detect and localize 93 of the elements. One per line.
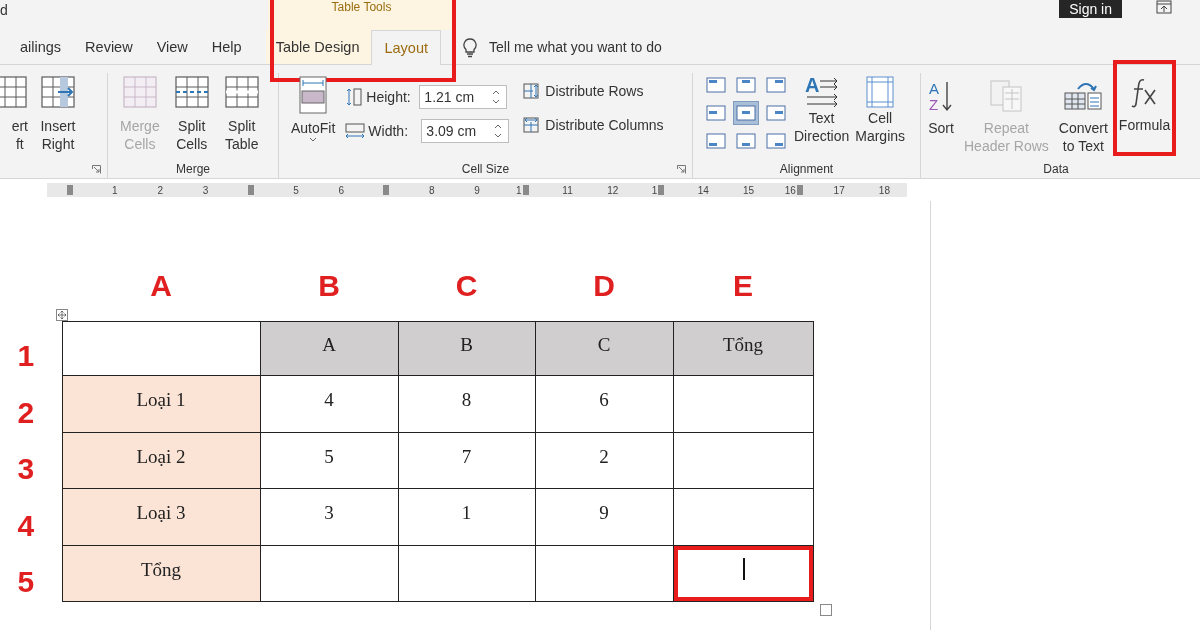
column-width-icon xyxy=(345,122,366,140)
table-cell[interactable] xyxy=(535,545,673,602)
table-cell[interactable]: Tổng xyxy=(673,321,813,376)
column-marker[interactable] xyxy=(796,185,803,195)
insert-button[interactable]: ert ft xyxy=(0,73,34,155)
ribbon-tab[interactable]: Layout xyxy=(371,30,442,65)
table-cell[interactable] xyxy=(398,545,535,602)
context-tab-header: Table Tools xyxy=(268,0,455,30)
column-marker[interactable] xyxy=(522,185,529,195)
table-cell[interactable] xyxy=(62,321,260,376)
table-cell[interactable]: Loại 1 xyxy=(62,375,260,433)
table-cell[interactable] xyxy=(673,432,813,489)
distribute-rows-button[interactable]: Distribute Rows xyxy=(519,81,668,101)
table-cell[interactable]: 4 xyxy=(260,375,398,433)
text-direction-button[interactable]: A Text Direction xyxy=(791,73,853,147)
column-letter: A xyxy=(150,269,172,304)
formula-button[interactable]: Formula xyxy=(1112,60,1177,156)
table-cell[interactable]: Loại 2 xyxy=(62,432,260,489)
tell-me-field[interactable]: Tell me what you want to do xyxy=(487,30,752,64)
table-resize-handle[interactable] xyxy=(819,604,832,616)
spinner-icon[interactable] xyxy=(491,88,502,106)
insert-button[interactable]: Insert Right xyxy=(34,73,82,155)
column-letter: C xyxy=(455,269,478,304)
table-cell[interactable]: B xyxy=(398,321,535,376)
table-icon xyxy=(40,75,76,109)
sign-in-button[interactable]: Sign in xyxy=(1059,0,1122,18)
column-marker[interactable] xyxy=(383,185,390,195)
lightbulb-icon xyxy=(463,38,478,58)
ribbon-tab[interactable]: Help xyxy=(199,30,254,64)
dialog-launcher-icon[interactable] xyxy=(677,165,686,174)
height-field[interactable]: 1.21 cm xyxy=(419,85,508,109)
table-icon xyxy=(121,75,158,109)
row-number: 1 xyxy=(17,337,35,374)
table-cell[interactable]: A xyxy=(260,321,398,376)
dialog-launcher-icon[interactable] xyxy=(92,165,101,174)
row-number: 5 xyxy=(17,563,35,600)
column-marker[interactable] xyxy=(66,185,73,195)
distribute-columns-button[interactable]: Distribute Columns xyxy=(519,115,668,135)
app-title: d xyxy=(0,2,9,18)
table-icon xyxy=(523,117,540,133)
table-cell[interactable]: Loại 3 xyxy=(62,488,260,546)
table-cell[interactable]: 8 xyxy=(398,375,535,433)
group-label: Cell Size xyxy=(461,161,510,176)
table-cell[interactable]: 2 xyxy=(535,432,673,489)
convert-to-text-button[interactable]: Convert to Text xyxy=(1053,73,1113,161)
column-letter: D xyxy=(593,269,615,304)
split-table-button[interactable]: Split Table xyxy=(217,73,266,155)
ribbon-tab[interactable]: Table Design xyxy=(265,30,372,64)
table-cell[interactable]: 6 xyxy=(535,375,673,433)
align-button[interactable] xyxy=(733,101,759,125)
table-cell[interactable] xyxy=(673,375,813,433)
table-cell[interactable]: C xyxy=(535,321,673,376)
autofit-icon xyxy=(298,75,329,115)
column-marker[interactable] xyxy=(658,185,665,195)
cell-margins-button[interactable]: Cell Margins xyxy=(852,73,909,147)
ribbon-display-icon[interactable] xyxy=(1156,0,1172,14)
table-cell[interactable]: 3 xyxy=(260,488,398,546)
table-cell[interactable]: 5 xyxy=(260,432,398,489)
group-label: Merge xyxy=(176,161,210,176)
table-cell[interactable]: 7 xyxy=(398,432,535,489)
row-number: 4 xyxy=(17,507,35,544)
table-icon xyxy=(523,83,540,99)
group-label: Alignment xyxy=(779,161,834,176)
row-number: 2 xyxy=(17,394,35,431)
cell-margins-icon xyxy=(865,75,896,109)
table-cell[interactable] xyxy=(673,488,813,546)
row-height-icon xyxy=(345,88,364,106)
ribbon-tab[interactable]: Review xyxy=(73,30,145,64)
width-field[interactable]: 3.09 cm xyxy=(421,119,510,143)
ribbon-tab[interactable]: View xyxy=(144,30,200,64)
autofit-button[interactable]: AutoFit xyxy=(285,73,342,145)
ribbon-tab[interactable]: ailings xyxy=(0,30,74,64)
pages-icon xyxy=(989,79,1024,113)
height-label: Height: xyxy=(366,89,412,105)
text-cursor xyxy=(743,558,745,580)
width-label: Width: xyxy=(368,123,410,139)
table-cell[interactable] xyxy=(260,545,398,602)
sort-button[interactable]: A Z Sort xyxy=(923,73,959,143)
group-label: Data xyxy=(1043,161,1069,176)
table-cell[interactable] xyxy=(673,545,813,602)
table-cell[interactable]: 9 xyxy=(535,488,673,546)
column-marker[interactable] xyxy=(247,185,254,195)
spinner-icon[interactable] xyxy=(493,122,504,140)
table-cell[interactable]: 1 xyxy=(398,488,535,546)
split-cells-button[interactable]: Split Cells xyxy=(167,73,216,155)
row-number: 3 xyxy=(17,450,35,487)
table-cell[interactable]: Tổng xyxy=(62,545,260,602)
table-icon xyxy=(173,75,210,109)
column-letter: B xyxy=(318,269,340,304)
table-icon xyxy=(223,75,260,109)
column-letter: E xyxy=(733,269,753,304)
chevron-down-icon xyxy=(309,137,318,143)
table-move-handle-icon[interactable] xyxy=(56,309,68,321)
